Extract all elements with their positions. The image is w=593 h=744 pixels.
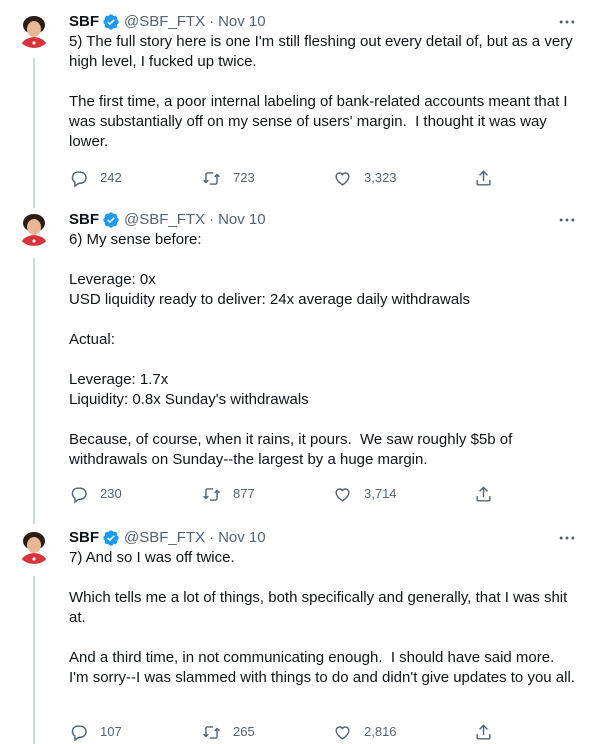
more-icon[interactable] [557,528,577,548]
more-icon[interactable] [557,210,577,230]
avatar[interactable] [16,210,52,246]
tweet-actions: 230 877 3,714 [69,484,499,504]
retweet-button[interactable]: 265 [202,722,255,742]
verified-badge-icon [103,212,119,228]
author-handle[interactable]: @SBF_FTX [124,12,205,32]
like-button[interactable]: 3,714 [333,484,397,504]
retweet-count: 877 [233,486,255,501]
tweet-actions: 242 723 3,323 [69,168,499,188]
tweet-text: 6) My sense before: Leverage: 0x USD liq… [69,231,513,468]
reply-count: 230 [100,486,122,501]
tweet-text: 5) The full story here is one I'm still … [69,33,573,150]
retweet-icon [203,171,220,185]
share-icon [476,723,491,740]
retweet-count: 265 [233,724,255,739]
author-handle[interactable]: @SBF_FTX [124,210,205,230]
reply-count: 107 [100,724,122,739]
reply-button[interactable]: 107 [69,722,122,742]
tweet-text: 7) And so I was off twice. Which tells m… [69,549,575,686]
like-count: 3,323 [364,170,397,185]
tweet-thread: SBF @SBF_FTX · Nov 10 5) The full story … [0,0,593,744]
author-name[interactable]: SBF [69,210,99,230]
avatar[interactable] [16,528,52,564]
like-button[interactable]: 3,323 [333,168,397,188]
share-icon [476,169,491,186]
retweet-icon [203,725,220,739]
reply-icon [71,486,87,503]
share-button[interactable] [474,484,505,504]
retweet-button[interactable]: 723 [202,168,255,188]
reply-button[interactable]: 242 [69,168,122,188]
reply-icon [71,170,87,187]
heart-icon [335,487,350,502]
like-count: 3,714 [364,486,397,501]
author-handle[interactable]: @SBF_FTX [124,528,205,548]
share-button[interactable] [474,168,505,188]
separator-dot: · [209,529,215,546]
separator-dot: · [209,211,215,228]
like-count: 2,816 [364,724,397,739]
separator-dot: · [209,13,215,30]
reply-button[interactable]: 230 [69,484,122,504]
retweet-count: 723 [233,170,255,185]
thread-connector [33,576,35,744]
share-icon [476,485,491,502]
tweet-actions: 107 265 2,816 [69,722,499,742]
tweet-date[interactable]: Nov 10 [218,528,266,548]
tweet-date[interactable]: Nov 10 [218,210,266,230]
reply-icon [71,724,87,741]
reply-count: 242 [100,170,122,185]
verified-badge-icon [103,530,119,546]
author-name[interactable]: SBF [69,528,99,548]
verified-badge-icon [103,14,119,30]
thread-connector [33,258,35,524]
avatar[interactable] [16,12,52,48]
tweet-date[interactable]: Nov 10 [218,12,266,32]
like-button[interactable]: 2,816 [333,722,397,742]
thread-connector [33,58,35,208]
heart-icon [335,171,350,186]
author-name[interactable]: SBF [69,12,99,32]
heart-icon [335,725,350,740]
more-icon[interactable] [557,12,577,32]
share-button[interactable] [474,722,505,742]
retweet-button[interactable]: 877 [202,484,255,504]
retweet-icon [203,487,220,501]
